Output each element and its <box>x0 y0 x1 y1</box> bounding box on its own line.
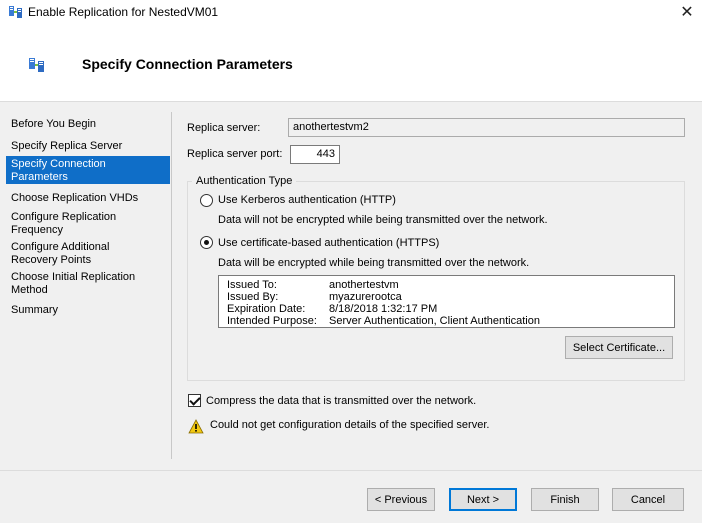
nav-item-specify-connection-parameters[interactable]: Specify Connection Parameters <box>6 156 170 184</box>
next-button[interactable]: Next > <box>449 488 517 511</box>
certificate-details: Issued To: anothertestvm Issued By: myaz… <box>218 275 675 328</box>
issued-to-value: anothertestvm <box>329 279 399 291</box>
replication-app-icon <box>9 6 22 18</box>
nav-item-summary[interactable]: Summary <box>6 302 169 319</box>
select-certificate-button[interactable]: Select Certificate... <box>565 336 673 359</box>
intended-purpose-label: Intended Purpose: <box>227 315 317 327</box>
previous-button[interactable]: < Previous <box>367 488 435 511</box>
certificate-auth-label[interactable]: Use certificate-based authentication (HT… <box>218 237 439 249</box>
kerberos-label[interactable]: Use Kerberos authentication (HTTP) <box>218 194 396 206</box>
nav-item-configure-additional-recovery-points[interactable]: Configure Additional Recovery Points <box>6 239 116 269</box>
nav-item-label: Specify Connection Parameters <box>11 158 106 183</box>
cancel-button[interactable]: Cancel <box>612 488 684 511</box>
replica-port-input[interactable]: 443 <box>290 145 340 164</box>
nav-item-choose-initial-replication-method[interactable]: Choose Initial Replication Method <box>6 269 141 299</box>
kerberos-radio[interactable] <box>200 194 213 207</box>
kerberos-description: Data will not be encrypted while being t… <box>218 214 548 226</box>
footer-divider <box>0 470 702 471</box>
nav-item-configure-replication-frequency[interactable]: Configure Replication Frequency <box>6 209 126 239</box>
title-bar: Enable Replication for NestedVM01 ✕ <box>0 0 702 24</box>
expiration-label: Expiration Date: <box>227 303 306 315</box>
intended-purpose-value: Server Authentication, Client Authentica… <box>329 315 540 327</box>
nav-item-choose-replication-vhds[interactable]: Choose Replication VHDs <box>6 190 169 207</box>
replica-server-label: Replica server: <box>187 122 261 134</box>
warning-icon <box>188 419 204 434</box>
page-header: Specify Connection Parameters <box>0 24 702 102</box>
close-button[interactable]: ✕ <box>672 0 702 24</box>
compress-checkbox[interactable] <box>188 394 201 407</box>
issued-by-value: myazurerootca <box>329 291 402 303</box>
expiration-value: 8/18/2018 1:32:17 PM <box>329 303 438 315</box>
nav-item-specify-replica-server[interactable]: Specify Replica Server <box>6 138 169 155</box>
page-title: Specify Connection Parameters <box>82 56 293 72</box>
replication-header-icon <box>29 58 44 72</box>
issued-to-label: Issued To: <box>227 279 277 291</box>
nav-divider <box>171 112 172 459</box>
warning-message: Could not get configuration details of t… <box>210 419 490 431</box>
authentication-group-label: Authentication Type <box>192 175 297 187</box>
replica-port-label: Replica server port: <box>187 148 283 160</box>
compress-label[interactable]: Compress the data that is transmitted ov… <box>206 395 476 407</box>
close-icon: ✕ <box>680 4 694 21</box>
replica-server-field: anothertestvm2 <box>288 118 685 137</box>
dialog-window: Enable Replication for NestedVM01 ✕ Spec… <box>0 0 702 523</box>
certificate-auth-radio[interactable] <box>200 236 213 249</box>
window-title: Enable Replication for NestedVM01 <box>28 5 219 19</box>
certificate-auth-description: Data will be encrypted while being trans… <box>218 257 530 269</box>
finish-button[interactable]: Finish <box>531 488 599 511</box>
nav-item-before-you-begin[interactable]: Before You Begin <box>6 116 169 133</box>
issued-by-label: Issued By: <box>227 291 279 303</box>
